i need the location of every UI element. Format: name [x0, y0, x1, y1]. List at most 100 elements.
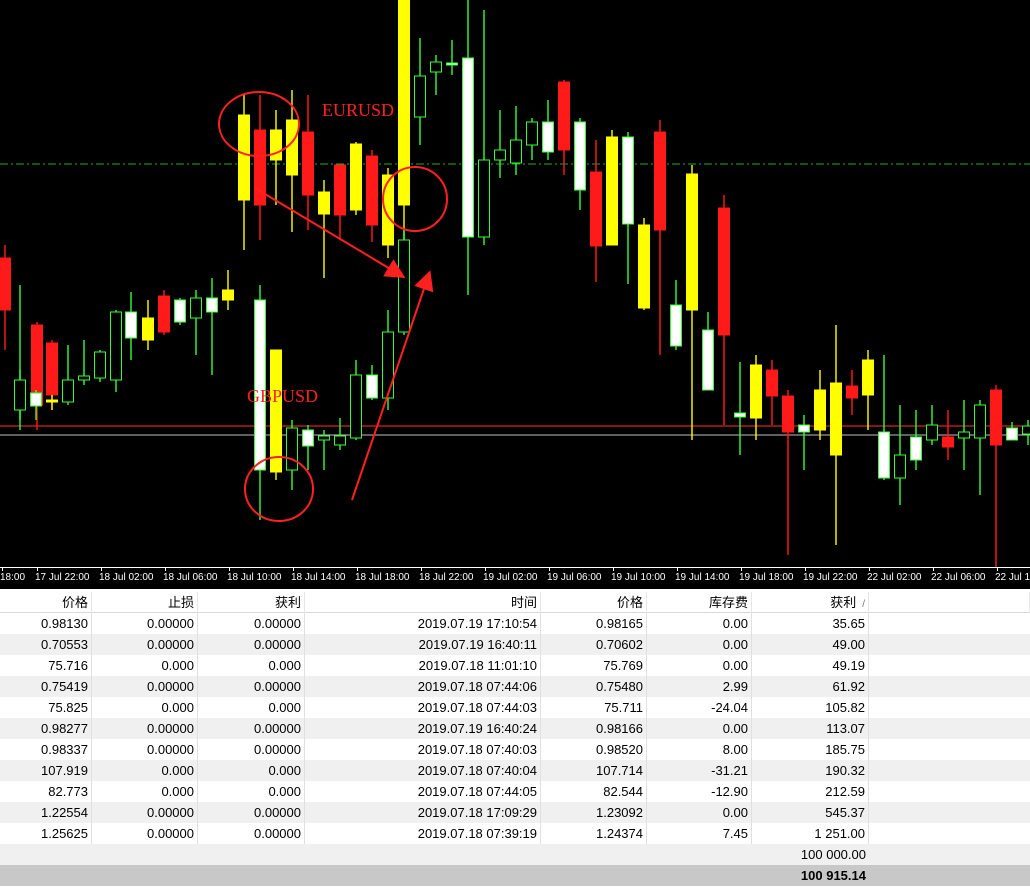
table-row[interactable]: 0.75419 0.00000 0.00000 2019.07.18 07:44:06…	[0, 676, 1030, 697]
candle-body	[206, 297, 218, 313]
candle-body	[510, 139, 522, 164]
row-swap: -24.04	[647, 697, 752, 718]
candle-body	[494, 149, 506, 161]
row-price: 1.22554	[0, 802, 92, 823]
time-tick	[37, 568, 38, 571]
row-profit: 49.19	[752, 655, 869, 676]
table-row[interactable]: 1.25625 0.00000 0.00000 2019.07.18 07:39:19…	[0, 823, 1030, 844]
time-label: 22 Jul 06:00	[931, 572, 986, 583]
time-tick	[229, 568, 230, 571]
candle-body	[958, 431, 970, 439]
candle-body	[366, 155, 378, 226]
row-spacer	[869, 655, 1030, 676]
row-stop-loss: 0.000	[92, 760, 198, 781]
row-spacer	[869, 781, 1030, 802]
candle-body	[14, 379, 26, 411]
trade-history-table[interactable]: 价格 止损 获利 时间 价格 库存费 获利/ 0.98130 0.00000 0.0…	[0, 592, 1030, 890]
table-row[interactable]: 107.919 0.000 0.000 2019.07.18 07:40:04 107.…	[0, 760, 1030, 781]
candle-body	[286, 427, 298, 471]
row-spacer	[869, 634, 1030, 655]
candle-body	[158, 295, 170, 333]
row-time: 2019.07.18 07:40:04	[305, 760, 541, 781]
table-row[interactable]: 0.70553 0.00000 0.00000 2019.07.19 16:40:11…	[0, 634, 1030, 655]
candle-body	[318, 191, 330, 215]
price-chart[interactable]: EURUSD GBPUSD	[0, 0, 1030, 567]
candle-body	[830, 382, 842, 456]
table-row[interactable]: 0.98337 0.00000 0.00000 2019.07.18 07:40:03…	[0, 739, 1030, 760]
table-row[interactable]: 1.22554 0.00000 0.00000 2019.07.18 17:09:29…	[0, 802, 1030, 823]
table-row[interactable]: 0.98130 0.00000 0.00000 2019.07.19 17:10:54…	[0, 613, 1030, 634]
header-take-profit[interactable]: 获利	[198, 592, 305, 613]
candle-body	[766, 369, 778, 397]
candle-body	[366, 374, 378, 399]
table-row[interactable]: 82.773 0.000 0.000 2019.07.18 07:44:05 82.54…	[0, 781, 1030, 802]
table-row[interactable]: 75.825 0.000 0.000 2019.07.18 07:44:03 75.71…	[0, 697, 1030, 718]
row-swap: 0.00	[647, 802, 752, 823]
candle-body	[574, 121, 586, 191]
candle-body	[94, 351, 106, 379]
header-close-price[interactable]: 价格	[541, 592, 647, 613]
row-take-profit: 0.000	[198, 697, 305, 718]
row-stop-loss: 0.000	[92, 655, 198, 676]
row-time: 2019.07.18 07:44:05	[305, 781, 541, 802]
candle-body	[62, 379, 74, 403]
candle-body	[142, 317, 154, 341]
row-take-profit: 0.00000	[198, 802, 305, 823]
time-tick	[613, 568, 614, 571]
time-tick	[2, 568, 3, 571]
time-label: 18 Jul 18:00	[355, 572, 410, 583]
sort-indicator-icon: /	[862, 599, 865, 610]
candle-body	[542, 121, 554, 153]
time-tick	[997, 568, 998, 571]
header-time[interactable]: 时间	[305, 592, 541, 613]
row-swap: 8.00	[647, 739, 752, 760]
row-stop-loss: 0.00000	[92, 613, 198, 634]
candle-body	[46, 342, 58, 396]
time-label: 19 Jul 18:00	[739, 572, 794, 583]
candle-body	[1022, 425, 1030, 435]
candle-body	[350, 374, 362, 439]
row-time: 2019.07.18 07:44:06	[305, 676, 541, 697]
row-take-profit: 0.000	[198, 655, 305, 676]
time-tick	[293, 568, 294, 571]
row-swap: 0.00	[647, 655, 752, 676]
header-stop-loss[interactable]: 止损	[92, 592, 198, 613]
candle-body	[46, 399, 58, 403]
row-time: 2019.07.18 07:44:03	[305, 697, 541, 718]
row-time: 2019.07.18 07:39:19	[305, 823, 541, 844]
candle-body	[110, 311, 122, 381]
row-profit: 1 251.00	[752, 823, 869, 844]
time-label: 22 Jul 10	[995, 572, 1030, 583]
time-label: 22 Jul 02:00	[867, 572, 922, 583]
time-tick	[933, 568, 934, 571]
time-label: 19 Jul 14:00	[675, 572, 730, 583]
row-time: 2019.07.18 11:01:10	[305, 655, 541, 676]
candle-body	[558, 81, 570, 151]
row-price: 0.98277	[0, 718, 92, 739]
header-profit[interactable]: 获利 /	[752, 592, 869, 613]
row-stop-loss: 0.00000	[92, 634, 198, 655]
table-row[interactable]: 75.716 0.000 0.000 2019.07.18 11:01:10 75.76…	[0, 655, 1030, 676]
time-label: 18 Jul 10:00	[227, 572, 282, 583]
row-swap: 0.00	[647, 613, 752, 634]
candle-body	[942, 436, 954, 448]
row-profit: 105.82	[752, 697, 869, 718]
candle-body	[318, 435, 330, 441]
row-profit: 190.32	[752, 760, 869, 781]
candle-body	[270, 129, 282, 161]
candle-body	[782, 395, 794, 433]
row-profit: 49.00	[752, 634, 869, 655]
header-price[interactable]: 价格	[0, 592, 92, 613]
time-tick	[741, 568, 742, 571]
row-spacer	[869, 802, 1030, 823]
row-swap: 0.00	[647, 634, 752, 655]
time-label: 17 Jul 22:00	[35, 572, 90, 583]
row-stop-loss: 0.000	[92, 697, 198, 718]
row-profit: 185.75	[752, 739, 869, 760]
table-row[interactable]: 0.98277 0.00000 0.00000 2019.07.19 16:40:24…	[0, 718, 1030, 739]
candle-body	[670, 304, 682, 347]
candle-body	[238, 114, 250, 201]
time-tick	[421, 568, 422, 571]
header-swap[interactable]: 库存费	[647, 592, 752, 613]
row-stop-loss: 0.000	[92, 781, 198, 802]
